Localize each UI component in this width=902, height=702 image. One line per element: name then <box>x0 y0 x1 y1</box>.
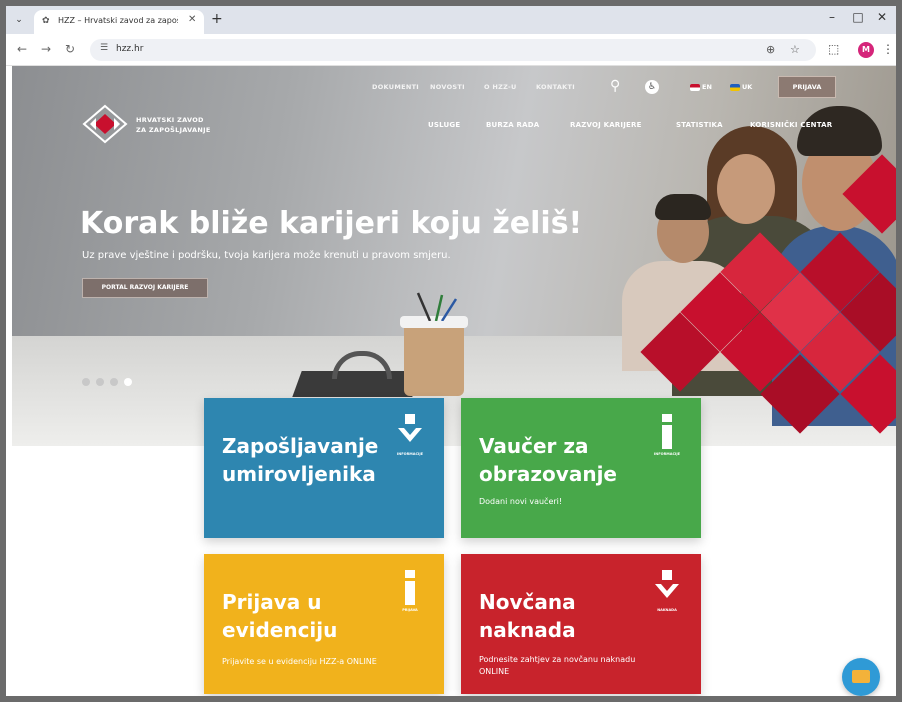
info-icon: PRIJAVA <box>390 568 430 618</box>
bookmark-star-icon[interactable]: ☆ <box>790 43 800 56</box>
hzz-logo[interactable] <box>82 104 128 144</box>
card-title-line1: Vaučer za <box>479 434 589 458</box>
nav-o-hzz[interactable]: O HZZ-U <box>484 83 517 91</box>
favicon-icon: ✿ <box>42 16 50 26</box>
card-prijava-evidencija[interactable]: Prijava u evidenciju Prijavite se u evid… <box>204 554 444 694</box>
menu-icon[interactable]: ⋮ <box>882 42 894 56</box>
card-subtitle-online: ONLINE <box>479 667 510 676</box>
lang-en-link[interactable]: EN <box>702 83 712 91</box>
browser-window: ⌄ ✿ HZZ – Hrvatski zavod za zapoš… ✕ + –… <box>6 6 896 696</box>
card-title-line2: evidenciju <box>222 618 338 642</box>
site-info-icon[interactable]: ☰ <box>100 43 108 53</box>
card-title-line2: umirovljenika <box>222 462 376 486</box>
nav-kontakti[interactable]: KONTAKTI <box>536 83 575 91</box>
pens-image <box>416 292 458 321</box>
url-text: hzz.hr <box>116 44 144 54</box>
tab-close-icon[interactable]: ✕ <box>188 14 196 25</box>
info-icon: INFORMACIJE <box>390 412 430 462</box>
zoom-icon[interactable]: ⊕ <box>766 43 775 56</box>
carousel-dot-2[interactable] <box>96 378 104 386</box>
nav-statistika[interactable]: STATISTIKA <box>676 121 723 129</box>
career-portal-button[interactable]: PORTAL RAZVOJ KARIJERE <box>82 278 208 298</box>
person-image <box>717 154 775 224</box>
person-image <box>797 106 882 156</box>
card-title-line1: Zapošljavanje <box>222 434 379 458</box>
tab-search-icon[interactable]: ⌄ <box>12 13 26 27</box>
card-icon-label: INFORMACIJE <box>396 452 424 456</box>
logo-text-line1: HRVATSKI ZAVOD <box>136 116 204 124</box>
hero-subtitle: Uz prave vještine i podršku, tvoja karij… <box>82 250 451 261</box>
card-title-line2: naknada <box>479 618 576 642</box>
carousel-dot-3[interactable] <box>110 378 118 386</box>
nav-dokumenti[interactable]: DOKUMENTI <box>372 83 419 91</box>
nav-korisnicki-centar[interactable]: KORISNIČKI CENTAR <box>750 121 832 129</box>
web-page: HRVATSKI ZAVOD ZA ZAPOŠLJAVANJE DOKUMENT… <box>6 66 896 696</box>
search-icon[interactable]: ⚲ <box>610 78 620 94</box>
carousel-dot-1[interactable] <box>82 378 90 386</box>
card-subtitle: Dodani novi vaučeri! <box>479 497 563 506</box>
carousel-dot-4[interactable] <box>124 378 132 386</box>
card-title-line1: Novčana <box>479 590 576 614</box>
tab-strip: ⌄ ✿ HZZ – Hrvatski zavod za zapoš… ✕ + –… <box>6 6 896 34</box>
card-vaucer[interactable]: Vaučer za obrazovanje Dodani novi vaučer… <box>461 398 701 538</box>
cup-image <box>404 324 464 396</box>
nav-usluge[interactable]: USLUGE <box>428 121 460 129</box>
card-title-line1: Prijava u <box>222 590 322 614</box>
card-subtitle: Podnesite zahtjev za novčanu naknadu <box>479 655 636 664</box>
back-button[interactable]: ← <box>14 42 30 56</box>
extensions-icon[interactable]: ⬚ <box>828 42 839 56</box>
card-title-line2: obrazovanje <box>479 462 617 486</box>
hero-banner: HRVATSKI ZAVOD ZA ZAPOŠLJAVANJE DOKUMENT… <box>12 66 896 446</box>
info-icon: NAKNADA <box>647 568 687 618</box>
browser-tab[interactable]: ✿ HZZ – Hrvatski zavod za zapoš… ✕ <box>34 10 204 34</box>
flag-en-icon <box>690 84 700 91</box>
nav-razvoj-karijere[interactable]: RAZVOJ KARIJERE <box>570 121 642 129</box>
accessibility-icon[interactable]: ♿ <box>645 80 659 94</box>
tab-title: HZZ – Hrvatski zavod za zapoš… <box>58 16 178 25</box>
nav-burza-rada[interactable]: BURZA RADA <box>486 121 539 129</box>
nav-novosti[interactable]: NOVOSTI <box>430 83 465 91</box>
logo-text-line2: ZA ZAPOŠLJAVANJE <box>136 126 211 134</box>
card-novcana-naknada[interactable]: Novčana naknada Podnesite zahtjev za nov… <box>461 554 701 694</box>
close-window-button[interactable]: ✕ <box>872 10 892 24</box>
envelope-icon <box>852 670 870 683</box>
address-bar[interactable]: ☰ hzz.hr ⊕ ☆ <box>90 39 816 61</box>
login-button[interactable]: PRIJAVA <box>778 76 836 98</box>
lang-uk-link[interactable]: UK <box>742 83 752 91</box>
forward-button[interactable]: → <box>38 42 54 56</box>
contact-chat-button[interactable] <box>842 658 880 696</box>
person-image <box>655 194 711 220</box>
info-icon: INFORMACIJE <box>647 412 687 462</box>
card-icon-label: NAKNADA <box>657 608 677 612</box>
reload-button[interactable]: ↻ <box>62 42 78 56</box>
hero-title: Korak bliže karijeri koju želiš! <box>80 206 583 241</box>
new-tab-button[interactable]: + <box>211 11 223 27</box>
card-icon-label: INFORMACIJE <box>653 452 681 456</box>
minimize-button[interactable]: – <box>822 10 842 24</box>
maximize-button[interactable]: □ <box>848 10 868 24</box>
flag-uk-icon <box>730 84 740 91</box>
card-icon-label: PRIJAVA <box>402 608 418 612</box>
toolbar: ← → ↻ ☰ hzz.hr ⊕ ☆ ⬚ M ⋮ <box>6 34 896 66</box>
card-subtitle: Prijavite se u evidenciju HZZ-a ONLINE <box>222 657 377 666</box>
card-umirovljenici[interactable]: Zapošljavanje umirovljenika INFORMACIJE <box>204 398 444 538</box>
profile-avatar[interactable]: M <box>858 42 874 58</box>
